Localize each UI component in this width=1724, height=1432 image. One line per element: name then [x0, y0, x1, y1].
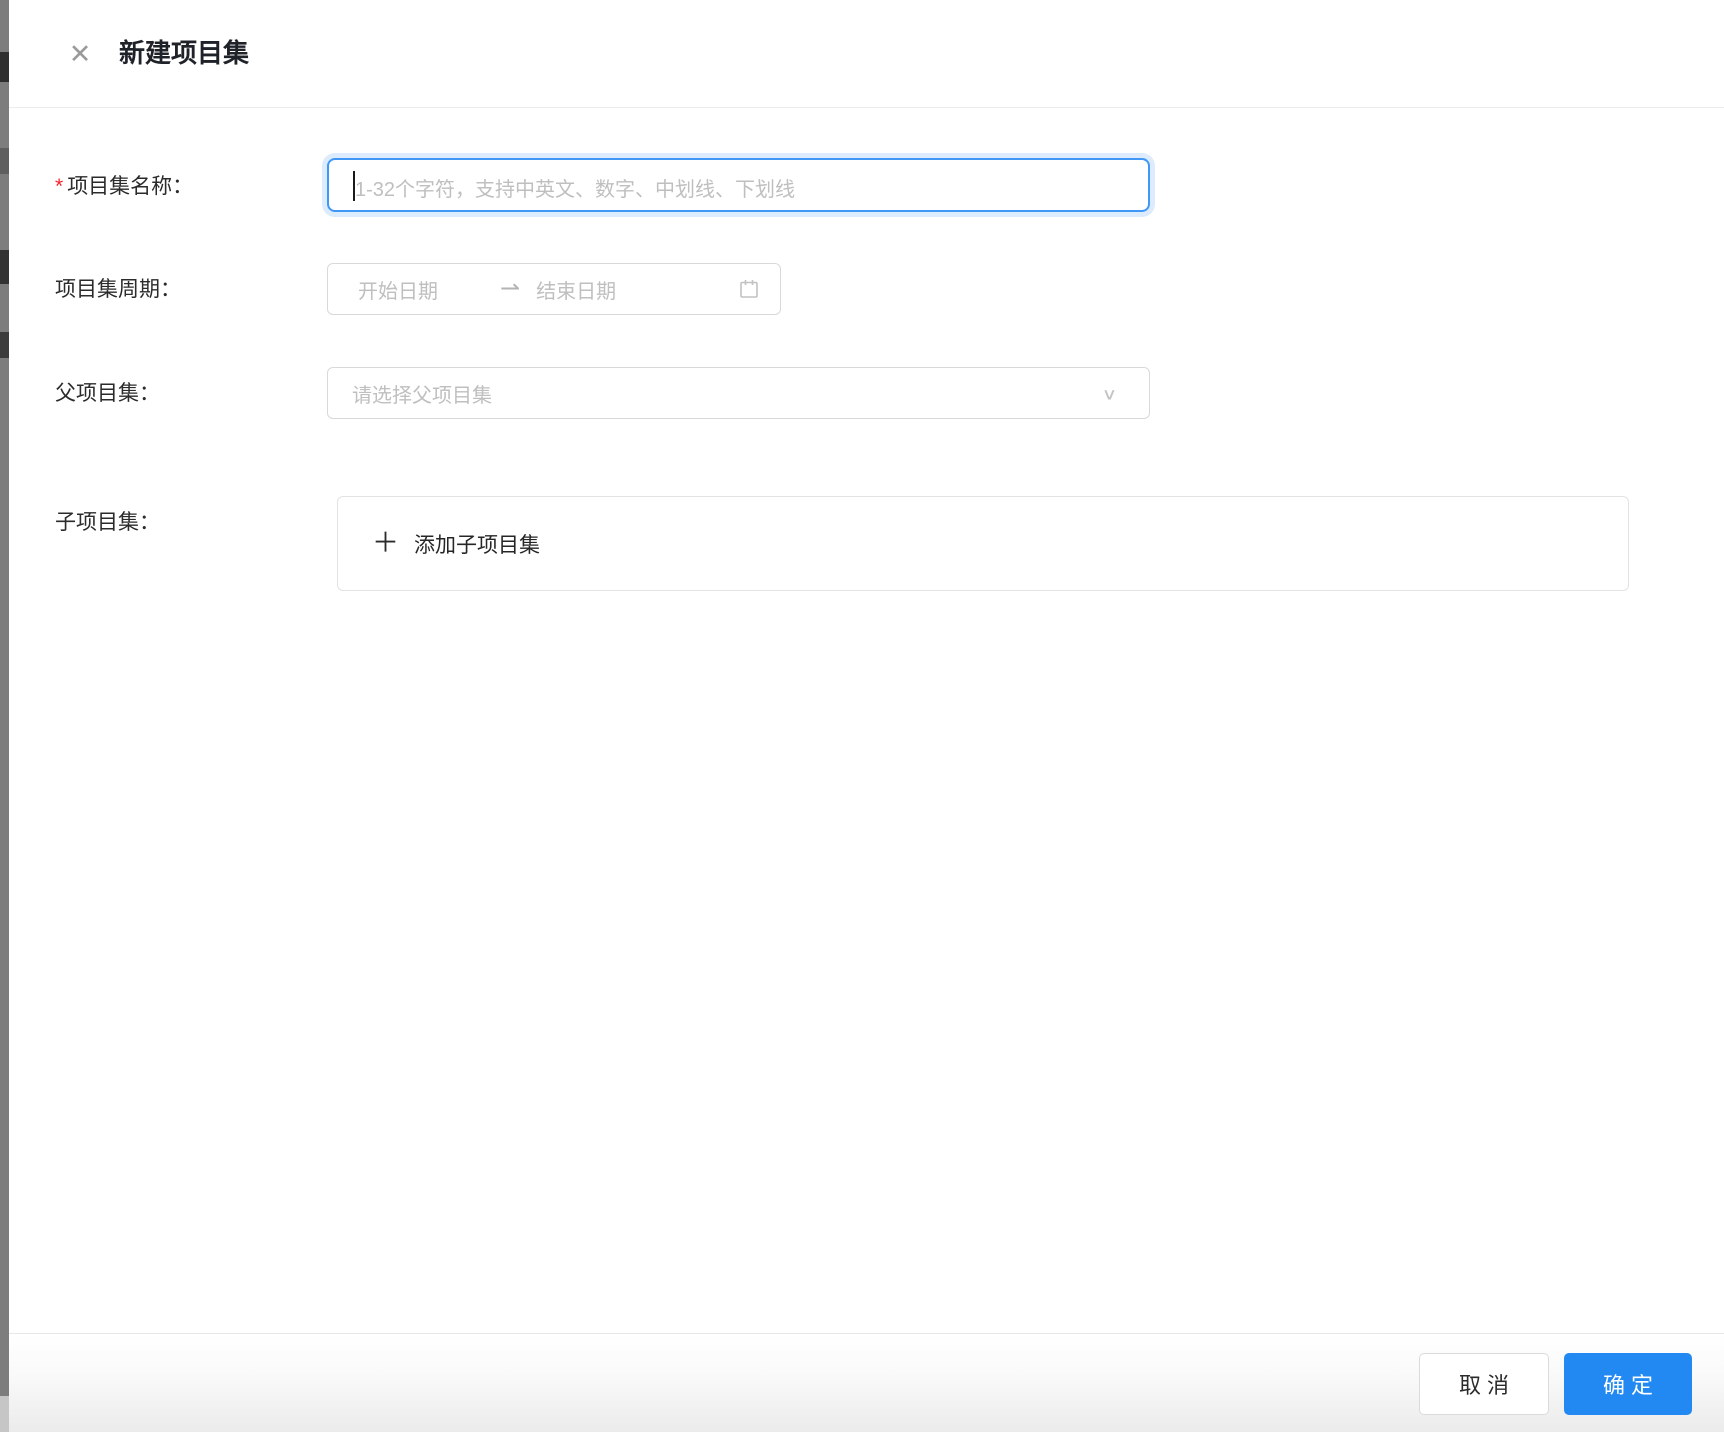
program-name-input[interactable]: 1-32个字符，支持中英文、数字、中划线、下划线	[327, 158, 1150, 212]
close-icon[interactable]: ✕	[62, 36, 98, 72]
parent-select-placeholder: 请选择父项目集	[352, 384, 492, 407]
name-field-label-text: 项目集名称：	[67, 175, 194, 198]
background-page-edge	[0, 0, 9, 1432]
swap-right-icon: ⇀	[500, 275, 521, 302]
parent-field-label: 父项目集：	[55, 382, 160, 405]
background-content-fragment	[0, 332, 9, 358]
page-title: 新建项目集	[119, 38, 250, 68]
period-field-label: 项目集周期：	[55, 278, 181, 301]
add-child-label: 添加子项目集	[414, 533, 540, 557]
end-date-placeholder: 结束日期	[536, 280, 617, 303]
background-content-fragment	[0, 148, 9, 174]
add-child-button[interactable]: ＋ 添加子项目集	[372, 497, 540, 590]
start-date-placeholder: 开始日期	[358, 280, 438, 303]
new-program-drawer: ✕ 新建项目集 * 项目集名称： 1-32个字符，支持中英文、数字、中划线、下划线…	[9, 0, 1724, 1432]
calendar-icon	[738, 278, 760, 300]
name-field-label: * 项目集名称：	[55, 175, 193, 199]
period-range-picker[interactable]: 开始日期 ⇀ 结束日期	[327, 263, 781, 315]
confirm-button[interactable]: 确 定	[1564, 1353, 1692, 1415]
background-content-fragment	[0, 52, 9, 82]
children-field-label: 子项目集：	[55, 511, 160, 534]
name-input-placeholder: 1-32个字符，支持中英文、数字、中划线、下划线	[355, 179, 796, 201]
cancel-button[interactable]: 取 消	[1419, 1353, 1549, 1415]
required-asterisk: *	[55, 175, 64, 198]
background-content-fragment	[0, 250, 9, 284]
drawer-footer: 取 消 确 定	[9, 1333, 1724, 1432]
drawer-header: ✕ 新建项目集	[9, 0, 1724, 108]
plus-icon: ＋	[372, 528, 399, 558]
chevron-down-icon: ∨	[1101, 385, 1117, 404]
parent-select[interactable]: 请选择父项目集 ∨	[327, 367, 1150, 419]
children-box: ＋ 添加子项目集	[337, 496, 1629, 591]
background-content-fragment	[0, 1396, 9, 1432]
